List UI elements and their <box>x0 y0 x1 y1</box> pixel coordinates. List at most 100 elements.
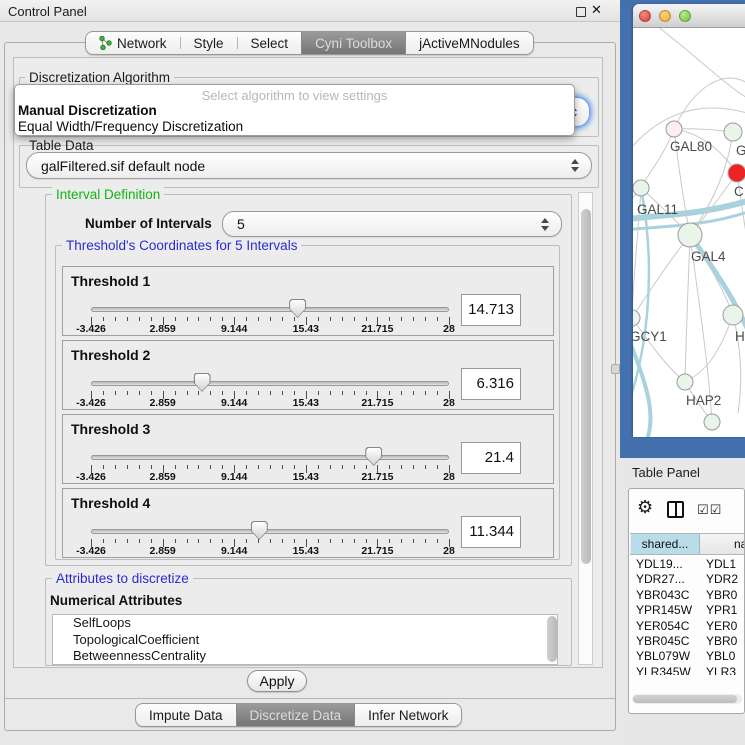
network-window-titlebar[interactable] <box>633 4 745 28</box>
attributes-scrollbar-thumb[interactable] <box>547 616 557 662</box>
table-row[interactable]: YDL19...YDL1 <box>630 557 745 572</box>
table-row[interactable]: YLR345WYLR3 <box>630 665 745 675</box>
slider-tick <box>354 391 355 395</box>
attribute-list-item[interactable]: SelfLoops <box>53 615 557 632</box>
slider-tick <box>282 539 283 543</box>
slider-tick <box>115 465 116 469</box>
table-row[interactable]: YER054CYER0 <box>630 619 745 634</box>
zoom-traffic-light[interactable] <box>679 10 691 22</box>
attribute-list-item[interactable]: TopologicalCoefficient <box>53 632 557 649</box>
slider-track[interactable] <box>91 455 449 460</box>
table-row[interactable]: YDR27...YDR2 <box>630 572 745 587</box>
slider-tick <box>103 391 104 395</box>
splitpane-handle[interactable] <box>611 364 620 374</box>
slider-track[interactable] <box>91 381 449 386</box>
table-horizontal-scrollbar[interactable] <box>632 694 742 704</box>
table-data-combobox[interactable]: galFiltered.sif default node <box>26 152 592 179</box>
slider-tick <box>187 317 188 321</box>
slider-tick-label: 21.715 <box>361 323 393 335</box>
attribute-list-item[interactable]: BetweennessCentrality <box>53 648 557 665</box>
network-node[interactable] <box>728 164 745 182</box>
slider-tick <box>139 465 140 469</box>
threshold-value-field[interactable]: 6.316 <box>461 368 521 400</box>
cell-name: YPR1 <box>706 603 737 617</box>
threshold-value-field[interactable]: 11.344 <box>461 516 521 548</box>
threshold-value-field[interactable]: 14.713 <box>461 294 521 326</box>
threshold-panel: Threshold 1-3.4262.8599.14415.4321.71528… <box>62 266 554 336</box>
tab-style[interactable]: Style <box>181 32 237 54</box>
popup-item-equal-width-frequency[interactable]: Equal Width/Frequency Discretization <box>18 119 243 134</box>
network-node[interactable] <box>678 223 702 247</box>
number-of-intervals-combobox[interactable]: 5 <box>222 211 562 237</box>
slider-thumb[interactable] <box>194 373 211 392</box>
numerical-attributes-list[interactable]: SelfLoopsTopologicalCoefficientBetweenne… <box>52 614 558 665</box>
network-node[interactable] <box>723 305 743 325</box>
threshold-label: Threshold 4 <box>71 495 150 511</box>
slider-thumb-face <box>252 522 267 539</box>
checkboxes-icon[interactable]: ☑☑ <box>697 502 722 518</box>
network-node[interactable] <box>633 310 640 326</box>
slider-tick <box>103 317 104 321</box>
threshold-value-field[interactable]: 21.4 <box>461 442 521 474</box>
slider-tick-label: 9.144 <box>221 545 247 557</box>
table-row[interactable]: YBR043CYBR0 <box>630 588 745 603</box>
cell-shared-name: YPR145W <box>636 603 692 617</box>
tab-infer-network[interactable]: Infer Network <box>355 704 461 726</box>
slider-track[interactable] <box>91 307 449 312</box>
network-node-label: GA <box>736 143 745 158</box>
tab-jactivemnodules[interactable]: jActiveMNodules <box>406 32 533 54</box>
tab-impute-data-label: Impute Data <box>149 708 223 723</box>
attributes-list-scrollbar[interactable] <box>545 615 557 664</box>
slider-tick <box>187 391 188 395</box>
table-hscrollbar-thumb[interactable] <box>633 695 737 703</box>
slider-tick <box>354 465 355 469</box>
network-node[interactable] <box>633 180 649 196</box>
slider-tick <box>282 391 283 395</box>
slider-track[interactable] <box>91 529 449 534</box>
cell-name: YBL0 <box>706 649 735 663</box>
slider-tick <box>210 317 211 321</box>
close-icon[interactable]: ✕ <box>591 2 602 18</box>
network-node[interactable] <box>724 123 742 141</box>
slider-tick <box>151 317 152 321</box>
apply-button[interactable]: Apply <box>247 670 307 692</box>
tab-cyni-toolbox[interactable]: Cyni Toolbox <box>301 32 406 54</box>
table-row[interactable]: YBR045CYBR0 <box>630 634 745 649</box>
network-canvas[interactable]: GAL80GACGAL11GAL4GCY1HHAP2 <box>633 28 745 437</box>
table-row[interactable]: YPR145W YPR1 <box>630 603 745 618</box>
close-traffic-light[interactable] <box>639 10 651 22</box>
cell-name: YBR0 <box>706 588 737 602</box>
float-window-icon[interactable] <box>576 7 586 17</box>
network-node-label: C <box>734 184 744 199</box>
slider-tick-label: -3.426 <box>76 323 106 335</box>
minimize-traffic-light[interactable] <box>659 10 671 22</box>
slider-tick-label: 15.43 <box>293 323 319 335</box>
tab-impute-data[interactable]: Impute Data <box>136 704 236 726</box>
network-node[interactable] <box>677 374 693 390</box>
column-header-shared-name[interactable]: shared... <box>631 534 700 554</box>
tab-discretize-data[interactable]: Discretize Data <box>236 704 356 726</box>
slider-thumb[interactable] <box>365 447 382 466</box>
columns-icon[interactable] <box>667 501 684 518</box>
slider-tick <box>389 539 390 543</box>
main-scrollbar-thumb[interactable] <box>581 209 591 564</box>
main-vertical-scrollbar[interactable] <box>578 192 593 665</box>
gear-icon[interactable]: ⚙ <box>637 498 653 516</box>
column-header-name[interactable]: na <box>734 534 745 554</box>
slider-tick <box>210 465 211 469</box>
slider-tick <box>330 465 331 469</box>
tab-select[interactable]: Select <box>238 32 302 54</box>
tab-network[interactable]: Network <box>86 32 180 54</box>
slider-thumb[interactable] <box>251 521 268 540</box>
table-row[interactable]: YBL079WYBL0 <box>630 649 745 664</box>
popup-item-manual-discretization[interactable]: Manual Discretization <box>18 103 157 118</box>
network-node[interactable] <box>704 414 720 430</box>
network-node[interactable] <box>666 121 682 137</box>
slider-tick <box>342 391 343 395</box>
slider-tick <box>198 317 199 321</box>
slider-tick <box>437 465 438 469</box>
slider-tick <box>258 317 259 321</box>
slider-thumb[interactable] <box>289 299 306 318</box>
slider-tick-label: -3.426 <box>76 545 106 557</box>
threshold-panel: Threshold 2-3.4262.8599.14415.4321.71528… <box>62 340 554 410</box>
